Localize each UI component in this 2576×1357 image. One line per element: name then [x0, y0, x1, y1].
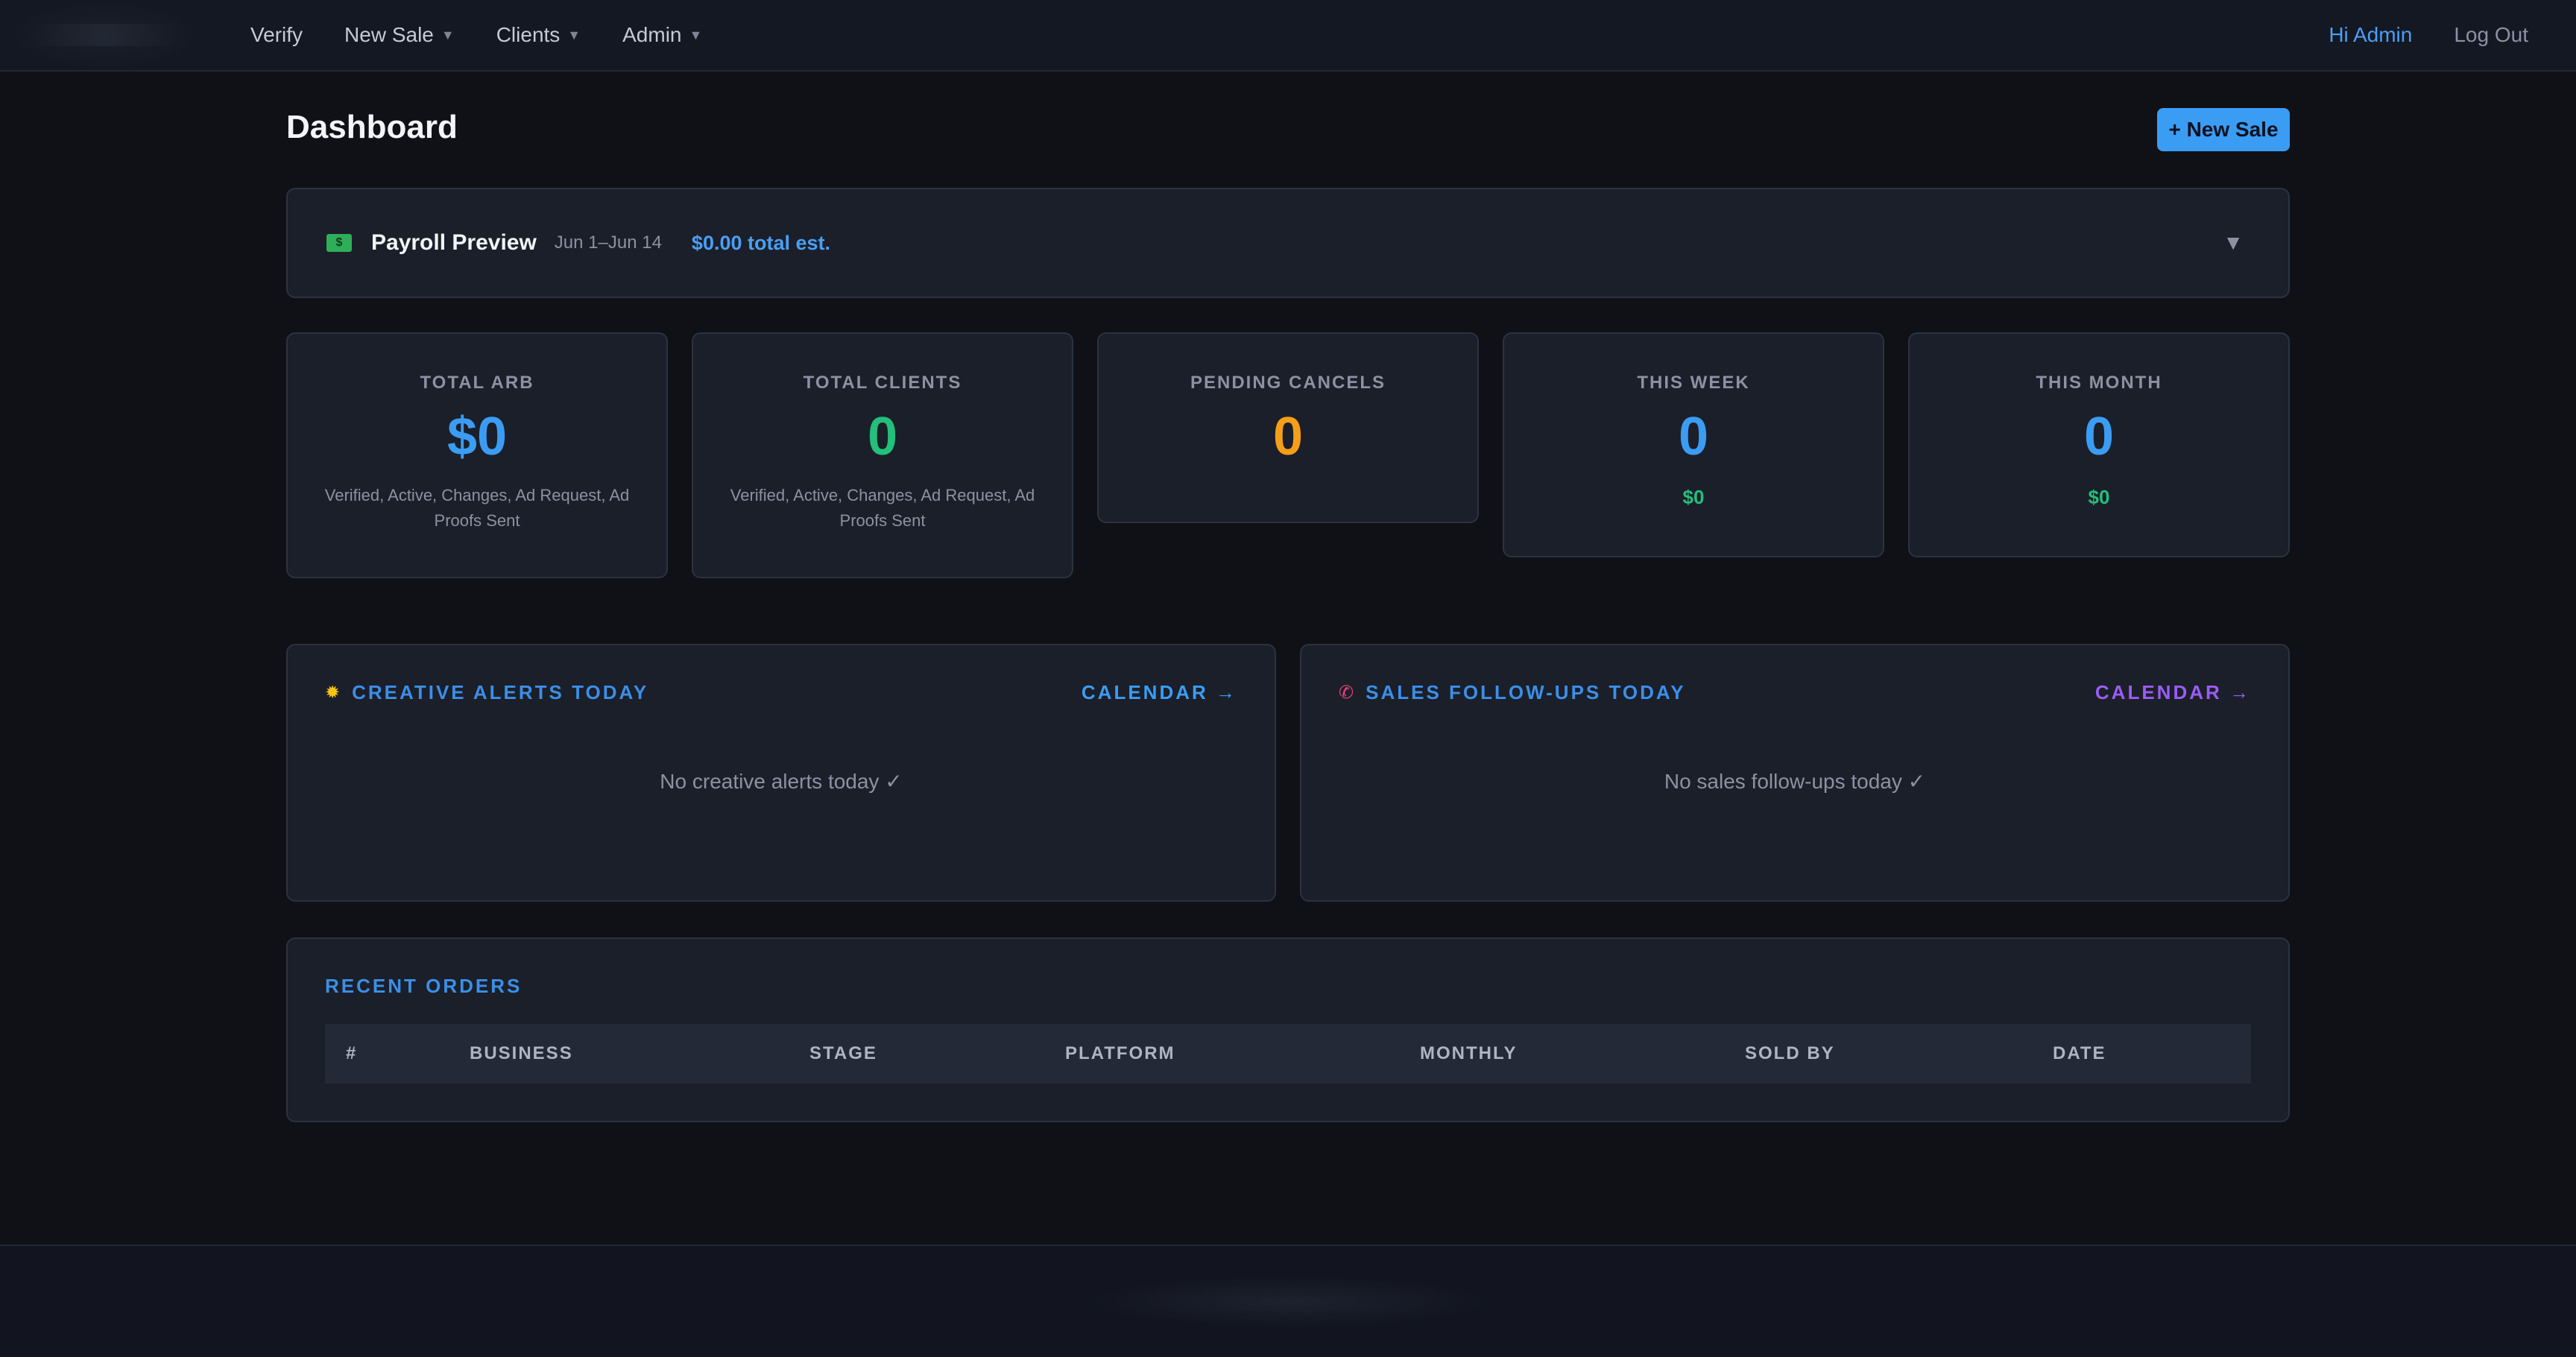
- stat-subtext: Verified, Active, Changes, Ad Request, A…: [730, 486, 1035, 530]
- stat-value: 0: [1272, 407, 1304, 466]
- column-header-number[interactable]: #: [346, 1043, 357, 1064]
- stat-value: 0: [867, 407, 898, 466]
- column-header-monthly[interactable]: MONTHLY: [1420, 1043, 1517, 1064]
- phone-icon: ✆: [1339, 683, 1354, 703]
- column-header-platform[interactable]: PLATFORM: [1065, 1043, 1175, 1064]
- nav-user-area: Hi Admin Log Out: [2329, 23, 2528, 47]
- orders-table-header: # BUSINESS STAGE PLATFORM MONTHLY SOLD B…: [325, 1024, 2251, 1084]
- stat-amount: $0: [2088, 486, 2110, 508]
- nav-verify-label: Verify: [250, 23, 303, 46]
- payroll-total: $0.00 total est.: [691, 231, 831, 254]
- stat-label: THIS WEEK: [1637, 373, 1750, 393]
- payroll-dates: Jun 1–Jun 14: [554, 233, 662, 253]
- alerts-row: ✹ CREATIVE ALERTS TODAY CALENDAR → No cr…: [286, 644, 2290, 902]
- chevron-down-icon[interactable]: ▼: [2223, 231, 2244, 255]
- top-navbar: Verify New Sale ▼ Clients ▼ Admin ▼ Hi A…: [0, 0, 2576, 72]
- footer-logo: [1088, 1276, 1491, 1328]
- column-header-sold-by[interactable]: SOLD BY: [1745, 1043, 1835, 1064]
- user-greeting-link[interactable]: Hi Admin: [2329, 23, 2412, 47]
- calendar-link[interactable]: CALENDAR →: [1082, 681, 1237, 704]
- stat-value: $0: [446, 407, 508, 466]
- column-header-stage[interactable]: STAGE: [809, 1043, 877, 1064]
- stat-label: TOTAL ARB: [420, 373, 534, 393]
- money-icon: $: [326, 234, 352, 252]
- logout-link[interactable]: Log Out: [2454, 23, 2528, 47]
- new-sale-button[interactable]: + New Sale: [2157, 108, 2290, 151]
- stat-value: 0: [1678, 407, 1709, 466]
- stat-label: PENDING CANCELS: [1190, 373, 1386, 393]
- page-footer: [0, 1244, 2576, 1357]
- alert-header: ✹ CREATIVE ALERTS TODAY CALENDAR →: [325, 681, 1237, 704]
- payroll-title: Payroll Preview: [371, 230, 537, 255]
- alert-title: SALES FOLLOW-UPS TODAY: [1366, 681, 1686, 703]
- stat-label: TOTAL CLIENTS: [803, 373, 962, 393]
- alert-header: ✆ SALES FOLLOW-UPS TODAY CALENDAR →: [1339, 681, 2251, 704]
- stat-card-this-week: THIS WEEK 0 $0: [1503, 332, 1884, 557]
- brand-logo[interactable]: [6, 1, 203, 69]
- column-header-date[interactable]: DATE: [2053, 1043, 2106, 1064]
- page-title: Dashboard: [286, 109, 458, 145]
- chevron-down-icon: ▼: [689, 27, 703, 42]
- nav-admin-label: Admin: [622, 23, 682, 46]
- creative-alerts-card: ✹ CREATIVE ALERTS TODAY CALENDAR → No cr…: [286, 644, 1276, 902]
- stat-card-pending-cancels: PENDING CANCELS 0: [1097, 332, 1479, 523]
- recent-orders-card: RECENT ORDERS # BUSINESS STAGE PLATFORM …: [286, 937, 2290, 1122]
- nav-links: Verify New Sale ▼ Clients ▼ Admin ▼: [250, 23, 744, 47]
- recent-orders-title: RECENT ORDERS: [325, 975, 523, 997]
- calendar-link[interactable]: CALENDAR →: [2095, 681, 2251, 704]
- stat-card-total-clients: TOTAL CLIENTS 0 Verified, Active, Change…: [692, 332, 1073, 578]
- nav-clients-label: Clients: [496, 23, 561, 46]
- alert-empty-message: No creative alerts today ✓: [660, 770, 903, 793]
- stats-row: TOTAL ARB $0 Verified, Active, Changes, …: [286, 332, 2290, 578]
- alert-title: CREATIVE ALERTS TODAY: [352, 681, 649, 703]
- stat-card-total-arb: TOTAL ARB $0 Verified, Active, Changes, …: [286, 332, 668, 578]
- alert-empty-message: No sales follow-ups today ✓: [1664, 770, 1926, 793]
- chevron-down-icon: ▼: [441, 27, 455, 42]
- sales-followups-card: ✆ SALES FOLLOW-UPS TODAY CALENDAR → No s…: [1300, 644, 2290, 902]
- logo-mark: [30, 24, 179, 46]
- column-header-business[interactable]: BUSINESS: [470, 1043, 573, 1064]
- nav-admin-dropdown[interactable]: Admin ▼: [622, 23, 702, 47]
- nav-new-sale-dropdown[interactable]: New Sale ▼: [344, 23, 455, 47]
- stat-card-this-month: THIS MONTH 0 $0: [1908, 332, 2290, 557]
- nav-new-sale-label: New Sale: [344, 23, 434, 46]
- sun-icon: ✹: [325, 683, 341, 703]
- stat-subtext: Verified, Active, Changes, Ad Request, A…: [324, 486, 630, 530]
- stat-amount: $0: [1682, 486, 1705, 508]
- stat-label: THIS MONTH: [2036, 373, 2162, 393]
- stat-value: 0: [2083, 407, 2115, 466]
- payroll-preview-panel[interactable]: $ Payroll Preview Jun 1–Jun 14 $0.00 tot…: [286, 188, 2290, 298]
- nav-verify[interactable]: Verify: [250, 23, 303, 47]
- page-header: Dashboard + New Sale: [286, 72, 2290, 188]
- main-content: Dashboard + New Sale $ Payroll Preview J…: [286, 72, 2290, 1122]
- nav-clients-dropdown[interactable]: Clients ▼: [496, 23, 581, 47]
- chevron-down-icon: ▼: [567, 27, 581, 42]
